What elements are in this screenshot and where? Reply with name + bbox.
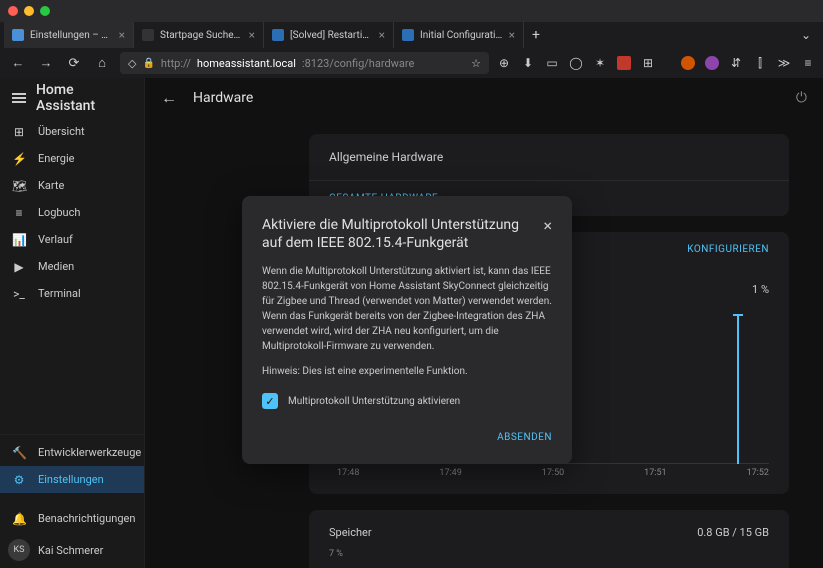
dialog-note: Hinweis: Dies ist eine experimentelle Fu… (262, 366, 552, 377)
checkbox-row: ✓ Multiprotokoll Unterstützung aktiviere… (262, 393, 552, 409)
dialog-header: Aktiviere die Multiprotokoll Unterstützu… (262, 216, 552, 252)
submit-button[interactable]: ABSENDEN (497, 432, 552, 443)
multiprotocol-checkbox[interactable]: ✓ (262, 393, 278, 409)
close-icon[interactable]: × (531, 216, 552, 235)
dialog-backdrop: Aktiviere die Multiprotokoll Unterstützu… (0, 0, 823, 568)
dialog-body: Wenn die Multiprotokoll Unterstützung ak… (262, 264, 552, 354)
dialog-actions: ABSENDEN (262, 425, 552, 444)
multiprotocol-dialog: Aktiviere die Multiprotokoll Unterstützu… (242, 196, 572, 464)
dialog-title: Aktiviere die Multiprotokoll Unterstützu… (262, 216, 531, 252)
checkbox-label: Multiprotokoll Unterstützung aktivieren (288, 396, 460, 407)
